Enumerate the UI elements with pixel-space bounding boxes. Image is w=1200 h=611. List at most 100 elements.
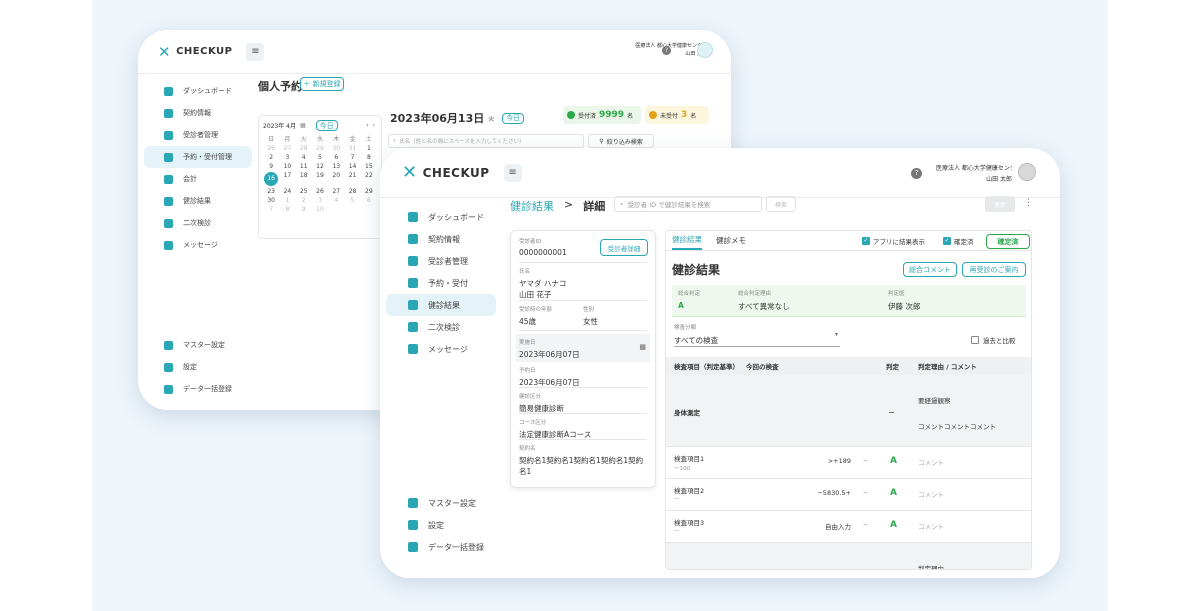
calendar-day[interactable]: 7 xyxy=(344,154,360,161)
sidebar-item-reservations[interactable]: 予約・受付管理 xyxy=(144,146,252,168)
sidebar-item-bulk-import[interactable]: データ一括登録 xyxy=(386,536,496,558)
calendar-day[interactable]: 15 xyxy=(361,163,377,170)
sidebar-item-reservations[interactable]: 予約・受付 xyxy=(386,272,496,294)
compare-toggle[interactable]: 過去と比較 xyxy=(971,335,1016,345)
calendar-day[interactable]: 5 xyxy=(312,154,328,161)
calendar-day[interactable]: 23 xyxy=(263,188,279,195)
calendar-day[interactable]: 4 xyxy=(296,154,312,161)
calendar-day[interactable]: 30 xyxy=(263,197,279,204)
calendar-day[interactable]: 24 xyxy=(279,188,295,195)
sidebar-item-dashboard[interactable]: ダッシュボード xyxy=(386,206,496,228)
calendar-day[interactable]: 14 xyxy=(344,163,360,170)
update-button[interactable]: 更新 xyxy=(985,196,1015,212)
calendar-icon[interactable]: ▦ xyxy=(639,343,646,351)
menu-icon[interactable]: ≡ xyxy=(246,42,265,61)
calendar-day[interactable]: 18 xyxy=(296,172,312,186)
calendar-day[interactable]: 21 xyxy=(344,172,360,186)
field-exam-date[interactable]: 実施日 2023年06月07日 ▦ xyxy=(516,334,650,362)
calendar-day[interactable]: 5 xyxy=(344,197,360,204)
calendar-day[interactable]: 30 xyxy=(328,145,344,152)
sidebar-item-patients[interactable]: 受診者管理 xyxy=(386,250,496,272)
table-row[interactable]: 検査項目1 〜100 >+189 − A コメント xyxy=(666,447,1031,479)
app-display-toggle[interactable]: ✓ アプリに結果表示 xyxy=(862,236,925,246)
sidebar-item-results[interactable]: 健診結果 xyxy=(386,294,496,316)
table-row[interactable]: 血圧検査−判定理由 xyxy=(666,543,1031,569)
account-info[interactable]: 医療法人 都心大学健康センター 山田 太郎 xyxy=(936,163,1012,183)
logo[interactable]: ✕ CHECKUP xyxy=(158,43,232,61)
avatar[interactable] xyxy=(697,42,713,58)
calendar-day[interactable]: 22 xyxy=(361,172,377,186)
calendar-day[interactable]: 29 xyxy=(361,188,377,195)
exam-select[interactable]: 検査分類 すべての検査 ▾ xyxy=(674,323,840,347)
sidebar-item-settings[interactable]: 設定 xyxy=(144,356,252,378)
table-row[interactable]: 身体測定 − 要経過観察 コメントコメントコメント xyxy=(666,375,1031,447)
sidebar-item-results[interactable]: 健診結果 xyxy=(144,190,252,212)
sidebar-item-contract[interactable]: 契約情報 xyxy=(144,102,252,124)
table-row[interactable]: 検査項目3— 自由入力 − A コメント xyxy=(666,511,1031,543)
calendar-day[interactable]: 8 xyxy=(361,154,377,161)
menu-icon[interactable]: ≡ xyxy=(503,163,522,182)
sidebar-item-patients[interactable]: 受診者管理 xyxy=(144,124,252,146)
calendar-day[interactable]: 20 xyxy=(328,172,344,186)
calendar-day[interactable]: 3 xyxy=(279,154,295,161)
sidebar-item-billing[interactable]: 会計 xyxy=(144,168,252,190)
calendar-day[interactable]: 7 xyxy=(263,206,279,213)
calendar-day[interactable]: 6 xyxy=(328,154,344,161)
summary-judge[interactable]: 総合判定 A xyxy=(678,289,738,312)
calendar-day[interactable]: 28 xyxy=(344,188,360,195)
calendar-day[interactable]: 2 xyxy=(263,154,279,161)
chevron-right-icon[interactable]: › xyxy=(373,122,375,129)
calendar-day[interactable]: 10 xyxy=(279,163,295,170)
calendar-day[interactable]: 9 xyxy=(263,163,279,170)
sidebar-item-messages[interactable]: メッセージ xyxy=(144,234,252,256)
calendar-day[interactable]: 9 xyxy=(296,206,312,213)
calendar-day[interactable]: 3 xyxy=(312,197,328,204)
comment-button[interactable]: 総合コメント xyxy=(903,262,957,277)
sidebar-item-dashboard[interactable]: ダッシュボード xyxy=(144,80,252,102)
sidebar-item-secondary[interactable]: 二次検診 xyxy=(386,316,496,338)
today-button[interactable]: 今日 xyxy=(315,120,338,131)
search-input[interactable]: ⌕ 氏名（姓と名の間にスペースを入力してください） xyxy=(388,134,584,148)
calendar-day[interactable]: 13 xyxy=(328,163,344,170)
calendar-day[interactable]: 27 xyxy=(279,145,295,152)
new-button[interactable]: ＋ 新規登録 xyxy=(300,77,344,91)
date-today-button[interactable]: 今日 xyxy=(502,112,525,124)
calendar-day[interactable]: 26 xyxy=(263,145,279,152)
sidebar-item-messages[interactable]: メッセージ xyxy=(386,338,496,360)
filter-button[interactable]: ⚲ 絞り込み検索 xyxy=(588,134,654,148)
calendar-day[interactable]: 17 xyxy=(279,172,295,186)
calendar-day[interactable]: 19 xyxy=(312,172,328,186)
confirm-button[interactable]: 確定済 xyxy=(986,234,1030,249)
calendar-day[interactable]: 28 xyxy=(296,145,312,152)
calendar-day[interactable]: 8 xyxy=(279,206,295,213)
tab-results[interactable]: 健診結果 xyxy=(672,234,702,250)
calendar-day[interactable]: 25 xyxy=(296,188,312,195)
sidebar-item-bulk-import[interactable]: データ一括登録 xyxy=(144,378,252,400)
revisit-button[interactable]: 再受診のご案内 xyxy=(962,262,1026,277)
calendar-icon[interactable]: ▦ xyxy=(300,122,306,129)
logo[interactable]: ✕ CHECKUP xyxy=(402,162,490,183)
calendar-day[interactable]: 1 xyxy=(279,197,295,204)
calendar-day[interactable]: 6 xyxy=(361,197,377,204)
calendar-day[interactable]: 27 xyxy=(328,188,344,195)
sidebar-item-master[interactable]: マスター設定 xyxy=(386,492,496,514)
table-row[interactable]: 検査項目2— −5830.5+ − A コメント xyxy=(666,479,1031,511)
calendar-day[interactable]: 26 xyxy=(312,188,328,195)
sidebar-item-secondary[interactable]: 二次検診 xyxy=(144,212,252,234)
calendar-day[interactable]: 31 xyxy=(344,145,360,152)
calendar-day[interactable]: 29 xyxy=(312,145,328,152)
calendar-day[interactable]: 16 xyxy=(264,172,279,186)
calendar-day[interactable]: 2 xyxy=(296,197,312,204)
tab-memo[interactable]: 健診メモ xyxy=(716,235,746,250)
more-icon[interactable]: ⋮ xyxy=(1024,198,1033,208)
avatar[interactable] xyxy=(1018,163,1036,181)
confirmed-toggle[interactable]: ✓ 確定済 xyxy=(943,236,974,246)
calendar-day[interactable]: 1 xyxy=(361,145,377,152)
patient-detail-button[interactable]: 受診者詳細 xyxy=(600,239,648,256)
calendar-day[interactable]: 4 xyxy=(328,197,344,204)
search-button[interactable]: 検索 xyxy=(766,196,796,212)
sidebar-item-settings[interactable]: 設定 xyxy=(386,514,496,536)
sidebar-item-contract[interactable]: 契約情報 xyxy=(386,228,496,250)
calendar-day[interactable]: 11 xyxy=(296,163,312,170)
calendar-day[interactable]: 10 xyxy=(312,206,328,213)
